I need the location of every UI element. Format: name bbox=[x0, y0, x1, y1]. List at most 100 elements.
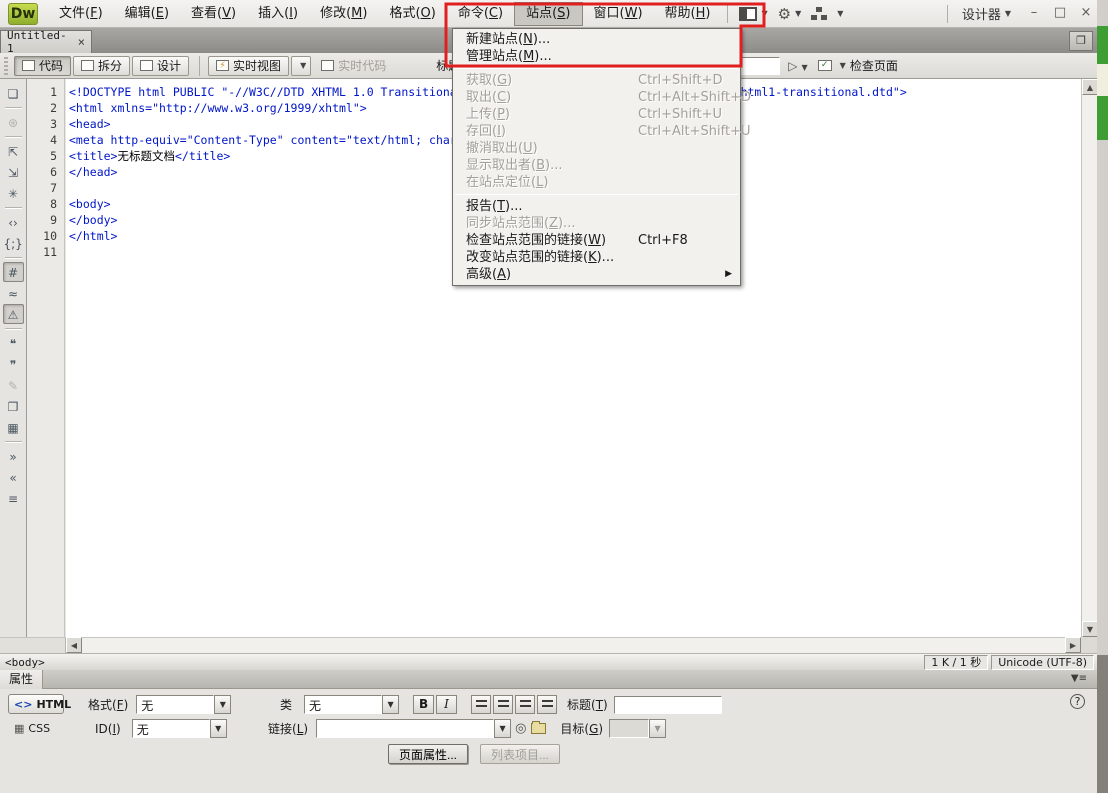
format-source-code-icon[interactable]: ≡ bbox=[3, 488, 24, 508]
menu-edit[interactable]: 编辑(E) bbox=[114, 0, 180, 28]
panel-menu-icon[interactable]: ▼≡ bbox=[1071, 673, 1087, 684]
line-number: 9 bbox=[27, 212, 57, 228]
site-menu-item-put: 上传(P)Ctrl+Shift+U bbox=[453, 106, 740, 123]
open-documents-icon[interactable]: ❏ bbox=[3, 83, 24, 103]
chevron-down-icon: ▼ bbox=[795, 9, 801, 18]
document-tab[interactable]: Untitled-1 × bbox=[0, 30, 92, 53]
coding-toolbar-divider bbox=[5, 136, 22, 137]
workspace-switcher[interactable]: 设计器 ▼ bbox=[954, 4, 1019, 23]
title-attr-input[interactable] bbox=[614, 696, 722, 714]
point-to-file-icon[interactable]: ◎ bbox=[515, 721, 526, 736]
line-numbers-icon[interactable]: # bbox=[3, 262, 24, 282]
italic-button[interactable]: I bbox=[436, 695, 457, 714]
move-css-icon[interactable]: ▦ bbox=[3, 417, 24, 437]
line-number: 5 bbox=[27, 148, 57, 164]
layout-switcher-button[interactable]: ▼ bbox=[734, 2, 772, 26]
split-view-button[interactable]: 拆分 bbox=[73, 56, 130, 76]
css-mode-button[interactable]: ▦CSS bbox=[8, 718, 64, 738]
check-page-button[interactable]: ✓ ▼ 检查页面 bbox=[818, 57, 898, 74]
collapse-panels-icon[interactable]: ❐ bbox=[1069, 31, 1093, 51]
remove-comment-icon[interactable]: ❞ bbox=[3, 354, 24, 374]
menu-view[interactable]: 查看(V) bbox=[180, 0, 247, 28]
syntax-error-alerts-icon[interactable]: ⚠ bbox=[3, 304, 24, 324]
workspace-label: 设计器 bbox=[962, 4, 1001, 23]
expand-all-icon[interactable]: ✳ bbox=[3, 183, 24, 203]
design-view-button[interactable]: 设计 bbox=[132, 56, 189, 76]
site-menu-item-check-links-sitewide[interactable]: 检查站点范围的链接(W)Ctrl+F8 bbox=[453, 232, 740, 249]
browse-folder-icon[interactable] bbox=[531, 723, 546, 734]
help-icon[interactable]: ? bbox=[1070, 694, 1085, 709]
code-view-button[interactable]: 代码 bbox=[14, 56, 71, 76]
page-properties-button[interactable]: 页面属性... bbox=[388, 744, 468, 764]
live-view-button[interactable]: ⚡实时视图 bbox=[208, 56, 289, 76]
collapse-selection-icon[interactable]: ⇲ bbox=[3, 162, 24, 182]
tag-selector-body[interactable]: <body> bbox=[0, 656, 45, 669]
properties-tab[interactable]: 属性 bbox=[0, 670, 43, 689]
tab-close-icon[interactable]: × bbox=[78, 35, 85, 49]
coding-toolbar-divider bbox=[5, 107, 22, 108]
menu-site[interactable]: 站点(S) bbox=[514, 2, 582, 26]
maximize-button[interactable]: □ bbox=[1049, 5, 1071, 23]
document-tab-label: Untitled-1 bbox=[7, 29, 72, 55]
menu-commands[interactable]: 命令(C) bbox=[447, 0, 514, 28]
site-menu-item-reports[interactable]: 报告(T)... bbox=[453, 198, 740, 215]
menu-help[interactable]: 帮助(H) bbox=[654, 0, 722, 28]
site-menu-item-advanced[interactable]: 高级(A)▶ bbox=[453, 266, 740, 283]
balance-braces-icon[interactable]: {;} bbox=[3, 233, 24, 253]
indent-icon[interactable] bbox=[537, 695, 557, 714]
html-mode-button[interactable]: <>HTML bbox=[8, 694, 64, 714]
menubar-divider bbox=[947, 5, 948, 23]
outdent-code-icon[interactable]: « bbox=[3, 467, 24, 487]
scroll-up-icon[interactable]: ▲ bbox=[1082, 79, 1098, 95]
scroll-left-icon[interactable]: ◀ bbox=[66, 637, 82, 653]
toolbar-gripper[interactable] bbox=[4, 57, 8, 75]
unordered-list-icon[interactable] bbox=[471, 695, 491, 714]
target-label: 目标(G) bbox=[560, 720, 603, 737]
link-label: 链接(L) bbox=[268, 720, 308, 737]
class-dropdown[interactable]: 无▼ bbox=[304, 695, 399, 714]
encoding-indicator: Unicode (UTF-8) bbox=[991, 655, 1094, 670]
menubar-divider bbox=[727, 5, 728, 23]
class-label: 类 bbox=[280, 696, 292, 713]
live-code-button: 实时代码 bbox=[313, 56, 394, 76]
site-panel-button[interactable]: ▼ bbox=[806, 2, 848, 26]
chevron-down-icon: ▼ bbox=[382, 695, 399, 714]
chevron-down-icon: ▼ bbox=[649, 719, 666, 738]
vertical-scrollbar[interactable]: ▲ ▼ bbox=[1081, 79, 1097, 637]
background-window-sliver bbox=[1097, 0, 1108, 793]
outdent-icon[interactable] bbox=[515, 695, 535, 714]
recent-snippets-icon[interactable]: ❐ bbox=[3, 396, 24, 416]
site-menu-item-new-site[interactable]: 新建站点(N)... bbox=[453, 31, 740, 48]
ordered-list-icon[interactable] bbox=[493, 695, 513, 714]
menu-window[interactable]: 窗口(W) bbox=[583, 0, 654, 28]
bold-button[interactable]: B bbox=[413, 695, 434, 714]
scroll-right-icon[interactable]: ▶ bbox=[1065, 637, 1081, 653]
indent-code-icon[interactable]: » bbox=[3, 446, 24, 466]
minimize-button[interactable]: – bbox=[1023, 5, 1045, 23]
select-parent-tag-icon[interactable]: ‹› bbox=[3, 212, 24, 232]
scroll-down-icon[interactable]: ▼ bbox=[1082, 621, 1098, 637]
collapse-full-tag-icon[interactable]: ⇱ bbox=[3, 141, 24, 161]
menu-separator bbox=[455, 194, 738, 195]
menu-file[interactable]: 文件(F) bbox=[48, 0, 114, 28]
file-management-icon[interactable]: ▷▼ bbox=[788, 59, 807, 73]
horizontal-scrollbar[interactable]: ◀ ▶ bbox=[0, 637, 1081, 653]
apply-comment-icon[interactable]: ❝ bbox=[3, 333, 24, 353]
chevron-down-icon: ▼ bbox=[210, 719, 227, 738]
highlight-invalid-code-icon[interactable]: ≈ bbox=[3, 283, 24, 303]
format-dropdown[interactable]: 无▼ bbox=[136, 695, 231, 714]
menu-modify[interactable]: 修改(M) bbox=[309, 0, 378, 28]
extensions-button[interactable]: ⚙ ▼ bbox=[773, 2, 807, 26]
site-menu-item-check-out: 取出(C)Ctrl+Alt+Shift+D bbox=[453, 89, 740, 106]
dreamweaver-logo: Dw bbox=[8, 3, 38, 25]
id-dropdown[interactable]: 无▼ bbox=[132, 719, 227, 738]
menu-insert[interactable]: 插入(I) bbox=[247, 0, 309, 28]
id-label: ID(I) bbox=[95, 722, 121, 736]
live-view-dropdown[interactable]: ▼ bbox=[291, 56, 311, 76]
site-menu-item-manage-sites[interactable]: 管理站点(M)... bbox=[453, 48, 740, 65]
menu-format[interactable]: 格式(O) bbox=[378, 0, 446, 28]
link-combobox[interactable]: ▼ bbox=[316, 719, 511, 738]
close-button[interactable]: × bbox=[1075, 5, 1097, 23]
split-view-icon bbox=[81, 60, 94, 71]
site-menu-item-change-link-sitewide[interactable]: 改变站点范围的链接(K)... bbox=[453, 249, 740, 266]
